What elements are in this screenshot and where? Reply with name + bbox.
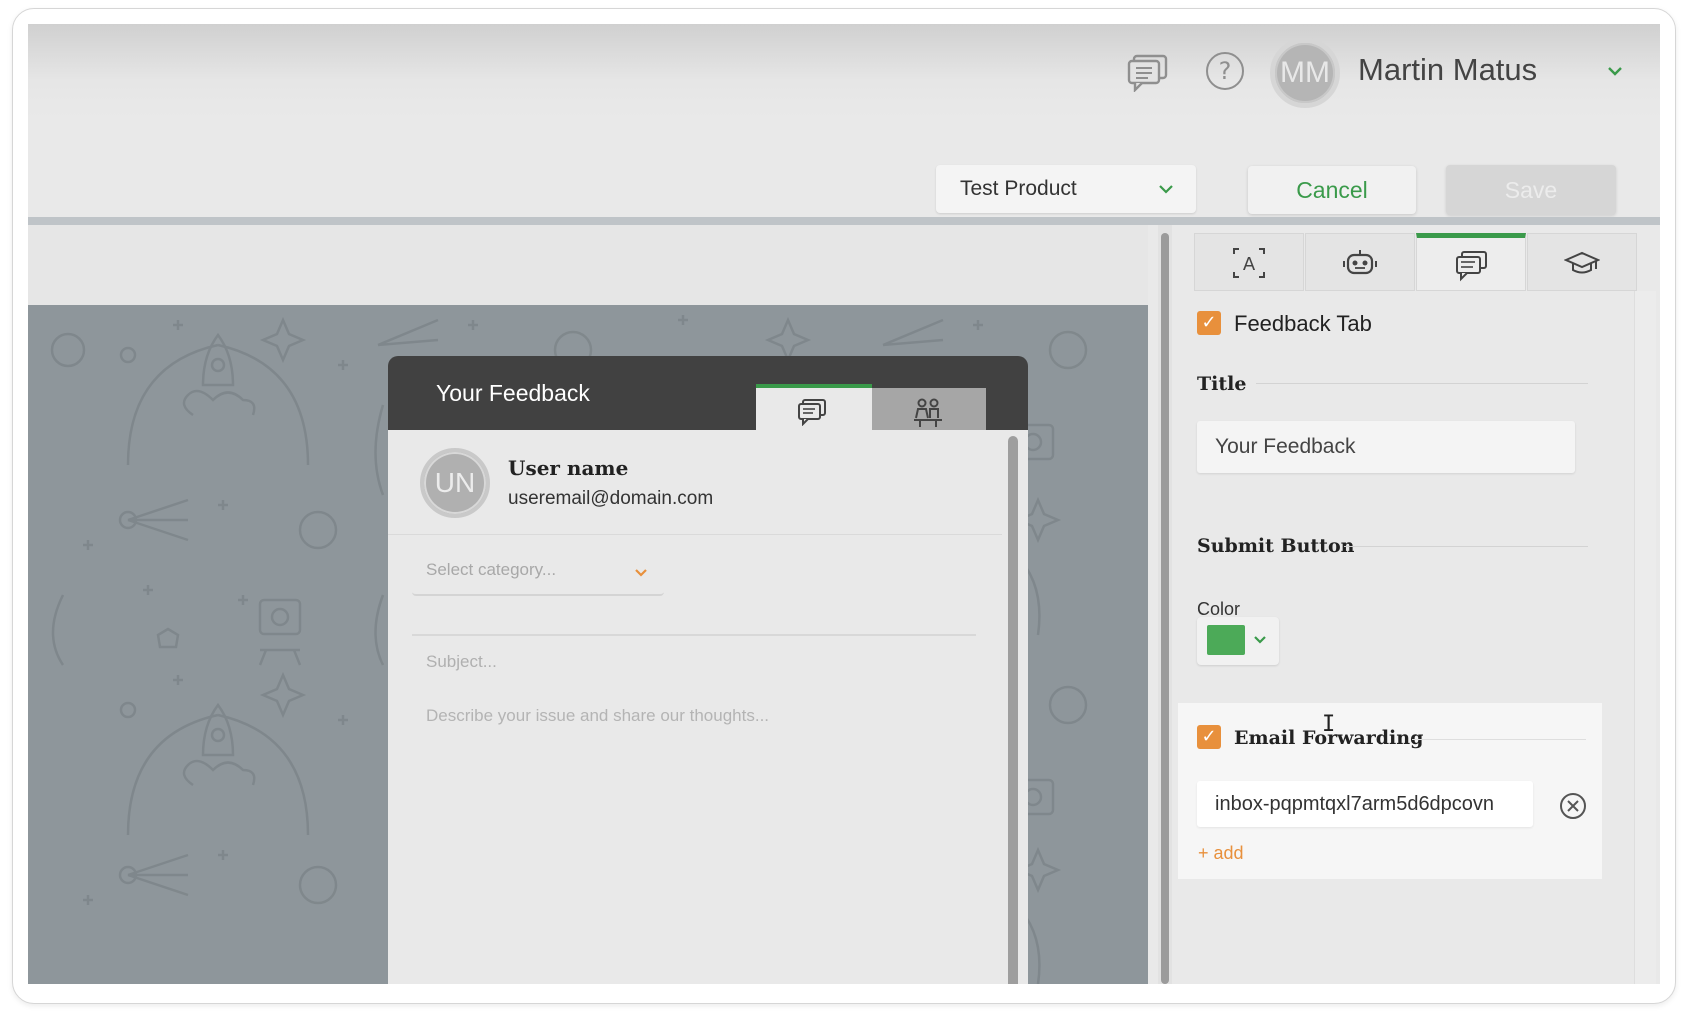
chevron-down-icon[interactable] xyxy=(1606,62,1624,80)
preview-divider xyxy=(28,217,1660,225)
product-select-value: Test Product xyxy=(960,177,1077,200)
widget-scrollbar[interactable] xyxy=(1008,436,1018,984)
user-avatar[interactable]: MM xyxy=(1270,38,1340,108)
graduation-cap-icon xyxy=(1564,251,1600,274)
app: ? MM Martin Matus Test Product Cancel Sa… xyxy=(28,24,1660,984)
text-cursor-icon: I xyxy=(1322,712,1336,737)
widget-tab-people[interactable] xyxy=(872,388,986,432)
feedback-widget-preview: Your Feedback UN User name useremail@dom… xyxy=(388,356,1028,984)
tab-text[interactable]: A xyxy=(1194,233,1304,291)
feedback-tab-checkbox[interactable]: ✓ xyxy=(1197,311,1221,335)
widget-user-name: User name xyxy=(508,456,629,480)
category-select[interactable]: Select category... xyxy=(412,546,664,596)
feedback-icon xyxy=(1456,251,1487,282)
widget-body: UN User name useremail@domain.com Select… xyxy=(388,430,1028,984)
tab-learning[interactable] xyxy=(1527,233,1637,291)
tab-bot[interactable] xyxy=(1305,233,1415,291)
submit-color-picker[interactable] xyxy=(1197,617,1279,665)
toolbar: Test Product Cancel Save xyxy=(28,119,1660,217)
subject-divider xyxy=(412,634,976,636)
preview-canvas: Your Feedback UN User name useremail@dom… xyxy=(28,305,1148,984)
category-placeholder: Select category... xyxy=(426,560,557,579)
settings-scrollbar[interactable] xyxy=(1634,291,1656,984)
save-button[interactable]: Save xyxy=(1446,165,1616,215)
color-swatch xyxy=(1207,625,1245,655)
section-divider xyxy=(1256,383,1588,384)
title-section-heading: Title xyxy=(1197,373,1247,395)
cancel-button[interactable]: Cancel xyxy=(1248,166,1416,214)
chevron-down-icon xyxy=(1159,185,1173,194)
forwarding-email-value: inbox-pqpmtqxl7arm5d6dpcovn xyxy=(1215,793,1495,815)
widget-user-email: useremail@domain.com xyxy=(508,488,714,509)
section-divider xyxy=(1344,546,1588,547)
feedback-tab-label: Feedback Tab xyxy=(1234,311,1372,336)
preview-scrollbar[interactable] xyxy=(1158,225,1172,984)
product-select[interactable]: Test Product xyxy=(936,165,1196,213)
help-icon[interactable]: ? xyxy=(1206,52,1244,90)
settings-panel: A ✓ Feedback Tab Title Your Feedback Sub… xyxy=(1172,225,1660,984)
add-email-link[interactable]: + add xyxy=(1198,843,1244,864)
widget-divider xyxy=(388,534,1002,535)
settings-tabs: A xyxy=(1194,233,1640,291)
email-forwarding-section: ✓ Email Forwarding inbox-pqpmtqxl7arm5d6… xyxy=(1178,703,1602,879)
preview-header xyxy=(28,225,1148,305)
forwarding-email-input[interactable]: inbox-pqpmtqxl7arm5d6dpcovn xyxy=(1197,781,1533,827)
chevron-down-icon xyxy=(635,569,647,577)
submit-section-heading: Submit Button xyxy=(1197,535,1355,557)
user-name[interactable]: Martin Matus xyxy=(1358,52,1537,88)
section-divider xyxy=(1412,739,1586,740)
feedback-icon xyxy=(798,399,826,426)
widget-user-avatar: UN xyxy=(420,448,490,518)
email-forwarding-checkbox[interactable]: ✓ xyxy=(1197,725,1221,749)
subject-input[interactable]: Subject... xyxy=(426,652,497,672)
robot-icon xyxy=(1343,250,1377,275)
description-textarea[interactable]: Describe your issue and share our though… xyxy=(426,706,769,726)
close-circle-icon[interactable] xyxy=(1558,791,1588,821)
title-input-value: Your Feedback xyxy=(1215,435,1356,458)
tab-feedback[interactable] xyxy=(1416,233,1526,291)
widget-tab-feedback[interactable] xyxy=(756,384,872,432)
chevron-down-icon xyxy=(1254,636,1266,644)
people-icon xyxy=(914,398,942,427)
top-bar: ? MM Martin Matus xyxy=(28,24,1660,119)
widget-title: Your Feedback xyxy=(436,380,590,406)
messages-icon[interactable] xyxy=(1126,52,1170,92)
preview-scrollbar-thumb[interactable] xyxy=(1161,233,1169,984)
text-frame-icon: A xyxy=(1233,248,1265,278)
title-input[interactable]: Your Feedback xyxy=(1197,421,1575,473)
svg-text:A: A xyxy=(1243,254,1256,275)
